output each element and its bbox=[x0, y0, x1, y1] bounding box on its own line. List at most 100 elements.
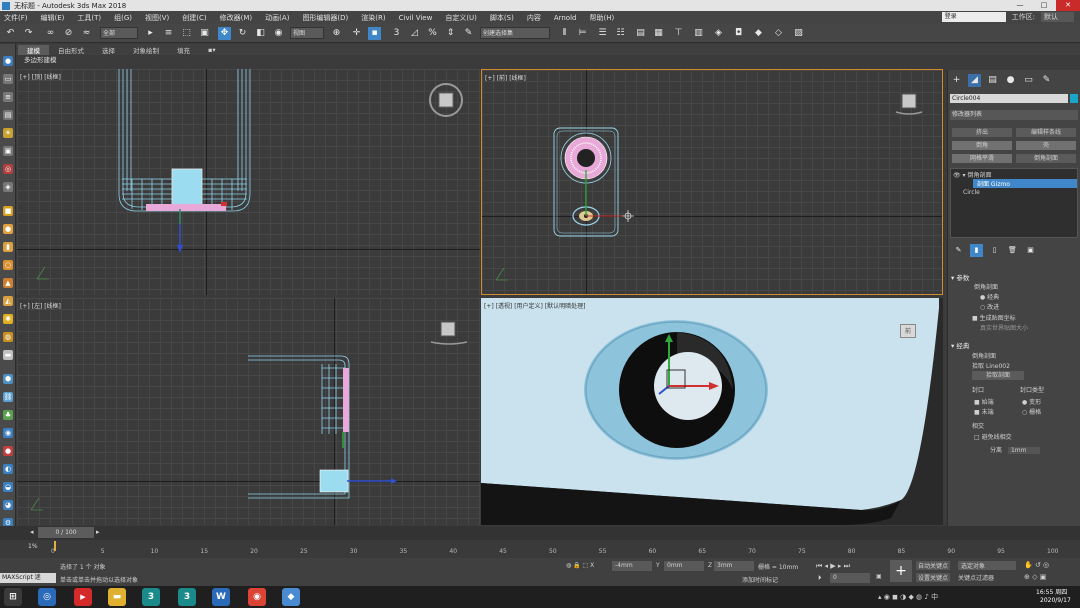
shell-button[interactable]: 壳 bbox=[1016, 141, 1076, 150]
coord-y-field[interactable]: 0mm bbox=[664, 561, 704, 571]
playback-controls[interactable]: ⏮ ◂ ▶ ▸ ⏭ bbox=[816, 562, 850, 571]
show-end-result-icon[interactable]: ▮ bbox=[970, 244, 983, 257]
configure-sets-icon[interactable]: ▣ bbox=[1024, 244, 1037, 257]
spacewarp-icon[interactable]: ◈ bbox=[3, 182, 13, 192]
undo-icon[interactable]: ↶ bbox=[4, 27, 17, 40]
key-mode-icon[interactable]: ⏵ bbox=[818, 574, 822, 583]
percent-snap-icon[interactable]: % bbox=[426, 27, 439, 40]
camera-icon[interactable]: ▣ bbox=[3, 146, 13, 156]
schematic-view-icon[interactable]: ⊤ bbox=[672, 27, 685, 40]
cap-morph-radio[interactable]: ● 变形 bbox=[1022, 397, 1041, 406]
select-manipulate-icon[interactable]: ✛ bbox=[350, 27, 363, 40]
display-panel-icon[interactable]: ▭ bbox=[1022, 74, 1035, 87]
hierarchy-panel-icon[interactable]: ▤ bbox=[986, 74, 999, 87]
set-key-button[interactable]: 设置关键点 bbox=[916, 573, 951, 582]
unlink-icon[interactable]: ⊘ bbox=[62, 27, 75, 40]
remove-modifier-icon[interactable]: 🗑 bbox=[1006, 244, 1019, 257]
edit-named-sets-icon[interactable]: ✎ bbox=[462, 27, 475, 40]
viewport-left[interactable]: [+] [左] [线框] bbox=[17, 298, 480, 525]
current-frame-field[interactable]: 0 bbox=[830, 573, 870, 583]
menu-customize[interactable]: 自定义(U) bbox=[441, 13, 486, 23]
coord-x-field[interactable]: -4mm bbox=[612, 561, 652, 571]
display-icon[interactable]: ▭ bbox=[3, 74, 13, 84]
meshsmooth-button[interactable]: 网格平滑 bbox=[952, 154, 1012, 163]
render-iterative-icon[interactable]: ◇ bbox=[772, 27, 785, 40]
avoid-intersect-checkbox[interactable]: □ 避免线相交 bbox=[974, 432, 1012, 441]
a360-icon[interactable]: ▨ bbox=[792, 27, 805, 40]
maxscript-listener[interactable]: MAXScript 迷 bbox=[0, 573, 56, 583]
menu-civil-view[interactable]: Civil View bbox=[395, 14, 442, 22]
add-time-tag[interactable]: 添加时间标记 bbox=[742, 575, 778, 584]
gen-mapping-checkbox[interactable]: ■ 生成贴图坐标 bbox=[972, 313, 1016, 322]
viewport-nav-icons[interactable]: ✋ ↺ ◎ bbox=[1024, 561, 1049, 569]
viewport-front[interactable]: [+] [前] [线框] bbox=[481, 69, 943, 295]
close-button[interactable]: ✕ bbox=[1056, 0, 1080, 11]
chrome-icon[interactable]: ◉ bbox=[248, 588, 266, 606]
menu-content[interactable]: 内容 bbox=[523, 13, 550, 23]
login-dropdown[interactable]: 登录 bbox=[941, 12, 1006, 22]
utilities-panel-icon[interactable]: ✎ bbox=[1040, 74, 1053, 87]
menu-animation[interactable]: 动画(A) bbox=[261, 13, 298, 23]
modifier-list-dropdown[interactable]: 修改器列表 bbox=[950, 110, 1078, 120]
tab-freeform[interactable]: 自由形式 bbox=[49, 45, 93, 55]
bevel-profile-button[interactable]: 倒角剖面 bbox=[1016, 154, 1076, 163]
keyboard-shortcut-icon[interactable]: ▪ bbox=[368, 27, 381, 40]
menu-arnold[interactable]: Arnold bbox=[550, 14, 586, 22]
viewcube-top[interactable] bbox=[427, 81, 465, 119]
record-icon[interactable]: ● bbox=[3, 446, 13, 456]
cone-icon[interactable]: ▲ bbox=[3, 278, 13, 288]
scene-explorer-side-icon[interactable]: ● bbox=[3, 56, 13, 66]
viewport-nav-icons-2[interactable]: ⊕ ◇ ▣ bbox=[1024, 573, 1046, 581]
modify-panel-icon[interactable]: ◢ bbox=[968, 74, 981, 87]
pin-stack-icon[interactable]: ✎ bbox=[952, 244, 965, 257]
link-side-icon[interactable]: ⛓ bbox=[3, 392, 13, 402]
viewport-top[interactable]: [+] [顶] [线框] bbox=[17, 69, 480, 295]
make-unique-icon[interactable]: ▯ bbox=[988, 244, 1001, 257]
selection-filter-dropdown[interactable]: 全部 bbox=[100, 27, 138, 39]
mirror-icon[interactable]: ⫴ bbox=[558, 27, 571, 40]
box-icon[interactable]: ■ bbox=[3, 206, 13, 216]
wps-icon[interactable]: W bbox=[212, 588, 230, 606]
menu-tools[interactable]: 工具(T) bbox=[73, 13, 110, 23]
minimize-button[interactable]: — bbox=[1008, 0, 1032, 11]
selected-set-dropdown[interactable]: 选定对象 bbox=[958, 561, 1016, 570]
bind-spacewarp-icon[interactable]: ≈ bbox=[80, 27, 93, 40]
redo-icon[interactable]: ↷ bbox=[22, 27, 35, 40]
key-filters-button[interactable]: 关键点过滤器 bbox=[958, 573, 994, 582]
ruler-icon[interactable]: ▬ bbox=[3, 350, 13, 360]
angle-snap-icon[interactable]: ◿ bbox=[408, 27, 421, 40]
tray-icons[interactable]: ▴ ◉ ◼ ◑ ◆ ◍ ♪ 中 bbox=[878, 592, 938, 602]
stack-item-profile-gizmo[interactable]: 剖面 Gizmo bbox=[973, 179, 1077, 188]
pick-profile-button[interactable]: 拾取剖面 bbox=[972, 371, 1024, 380]
layer-explorer-icon[interactable]: ☷ bbox=[614, 27, 627, 40]
time-slider[interactable]: 0 / 100 bbox=[38, 527, 94, 538]
reference-coord-dropdown[interactable]: 视图 bbox=[290, 27, 324, 39]
rotate-icon[interactable]: ↻ bbox=[236, 27, 249, 40]
3dsmax-icon-1[interactable]: 3 bbox=[142, 588, 160, 606]
light-icon[interactable]: ☀ bbox=[3, 128, 13, 138]
viewport-perspective[interactable]: [+] [透视] [用户定义] [默认明暗处理] 前 bbox=[481, 298, 943, 525]
motion-panel-icon[interactable]: ● bbox=[1004, 74, 1017, 87]
rollout-parameters-title[interactable]: ▾ 参数 bbox=[951, 272, 969, 282]
stack-item-bevel-profile[interactable]: 👁 ▾ 倒角剖面 bbox=[953, 170, 991, 179]
ribbon-toggle-icon[interactable]: ▤ bbox=[634, 27, 647, 40]
helper-icon[interactable]: ◎ bbox=[3, 164, 13, 174]
pyramid-icon[interactable]: ◭ bbox=[3, 296, 13, 306]
3dsmax-icon-2[interactable]: 3 bbox=[178, 588, 196, 606]
edit-spline-button[interactable]: 编辑样条线 bbox=[1016, 128, 1076, 137]
align-icon[interactable]: ⊨ bbox=[576, 27, 589, 40]
hierarchy-icon[interactable]: ▤ bbox=[3, 110, 13, 120]
rect-selection-icon[interactable]: ⬚ bbox=[180, 27, 193, 40]
menu-help[interactable]: 帮助(H) bbox=[585, 13, 623, 23]
menu-edit[interactable]: 编辑(E) bbox=[37, 13, 74, 23]
tab-object-paint[interactable]: 对象绘制 bbox=[124, 45, 168, 55]
set-key-plus-icon[interactable]: + bbox=[890, 560, 912, 582]
track-bar-icon[interactable]: 1% bbox=[28, 543, 38, 550]
separation-spinner[interactable]: 1mm bbox=[1007, 447, 1041, 454]
menu-scripting[interactable]: 脚本(S) bbox=[486, 13, 523, 23]
object-color-swatch[interactable] bbox=[1070, 94, 1078, 103]
link-icon[interactable]: ∞ bbox=[44, 27, 57, 40]
curve-editor-icon[interactable]: ▦ bbox=[652, 27, 665, 40]
tab-populate[interactable]: 填充 bbox=[168, 45, 199, 55]
time-config-icon[interactable]: ▣ bbox=[876, 573, 882, 580]
